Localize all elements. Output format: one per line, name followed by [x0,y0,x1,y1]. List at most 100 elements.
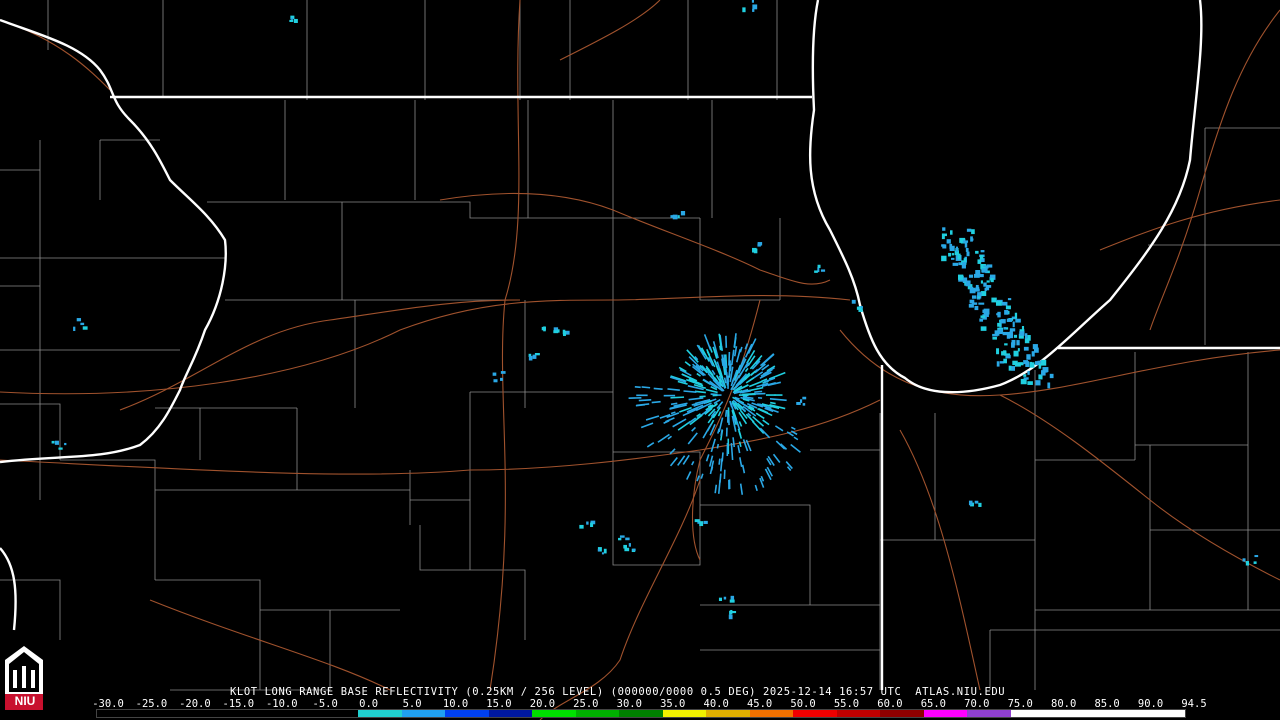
echo-cell [1003,327,1007,330]
echo-cell [1014,312,1018,319]
echo-cell [293,18,298,23]
echo-cell [579,524,584,529]
colorbar-segment [488,710,533,717]
echo-streak [669,405,681,410]
echo-streak [670,396,685,399]
echo-cell [1003,358,1007,364]
echo-cell [500,377,503,381]
echo-streak [716,443,720,449]
echo-streak [714,484,718,494]
echo-streak [717,411,722,417]
caption-datetime: 2025-12-14 16:57 UTC [762,686,902,698]
echo-cell [1005,305,1011,310]
echo-streak [769,397,787,402]
echo-streak [694,390,706,394]
echo-cell [975,269,981,276]
county-boundaries [0,0,1280,691]
colorbar-segment [1054,710,1098,717]
echo-cell [1047,382,1051,389]
echo-cell [1004,343,1008,346]
echo-streak [732,437,736,448]
echo-cell [979,273,984,278]
echo-cell [963,258,967,263]
echo-cell [82,326,88,330]
echo-streak [744,343,749,350]
echo-streak [691,426,697,432]
echo-cell [952,262,959,266]
echo-cell [957,255,961,260]
echo-streak [733,333,737,348]
echo-streak [772,453,781,463]
echo-cell [1008,365,1012,371]
echo-cell [950,257,955,260]
echo-cell [1033,347,1039,353]
echo-cell [1006,318,1013,322]
echo-cell [802,403,806,406]
echo-cell [597,548,601,552]
echo-cell [632,548,636,551]
echo-cell [980,326,987,331]
echo-streak [724,409,728,417]
echo-streak [785,461,793,470]
echo-streak [636,403,650,407]
echo-cell [1027,370,1030,375]
echo-cell [492,372,497,376]
echo-cell [73,326,76,332]
echo-streak [717,479,721,494]
echo-cell [601,552,604,555]
colorbar-segment [271,710,315,717]
echo-cell [981,268,988,273]
echo-cell [1023,346,1029,351]
echo-cell [796,401,801,405]
echo-streak [686,471,692,480]
colorbar-segment [923,710,968,717]
echo-cell [64,442,67,446]
echo-cell [949,243,953,249]
caption-source: ATLAS.NIU.EDU [915,686,1006,698]
echo-cell [962,240,969,243]
echo-cell [1023,377,1029,380]
echo-cell [1254,555,1259,558]
echo-cell [1042,367,1049,373]
echo-cell [942,233,947,237]
echo-cell [817,264,821,268]
echo-cell [80,322,85,326]
echo-cell [1006,332,1011,339]
echo-streak [738,421,743,427]
echo-cell [1001,301,1008,306]
echo-cell [1029,361,1033,368]
colorbar-segment [314,710,359,717]
echo-cell [76,318,82,322]
echo-cell [1012,360,1018,366]
echo-cell [58,447,63,450]
echo-cell [966,228,972,232]
echo-cell [1016,340,1020,346]
echo-cell [1011,366,1016,371]
echo-cell [1040,359,1047,366]
echo-cell [51,440,55,444]
echo-cell [969,286,974,290]
echo-cell [997,329,1003,335]
caption-station: KLOT LONG RANGE BASE REFLECTIVITY (0.25K… [230,686,757,698]
colorbar-segment [401,710,446,717]
echo-streak [721,452,724,462]
echo-streak [651,400,661,404]
colorbar-segment [358,710,402,717]
echo-cell [1007,298,1012,301]
echo-cell [985,287,990,291]
colorbar-segment [227,710,272,717]
echo-streak [717,428,720,434]
echo-streak [739,483,744,495]
echo-streak [744,367,749,373]
echo-streak [723,377,727,384]
echo-cell [955,246,958,252]
echo-cell [1024,333,1028,339]
echo-streak [751,420,765,434]
echo-streak [641,386,651,389]
echo-cell [991,297,997,303]
colorbar-segment [140,710,185,717]
echo-cell [1004,310,1009,315]
echo-streak [768,371,786,380]
colorbar-segment [532,710,576,717]
echo-streak [754,390,763,394]
